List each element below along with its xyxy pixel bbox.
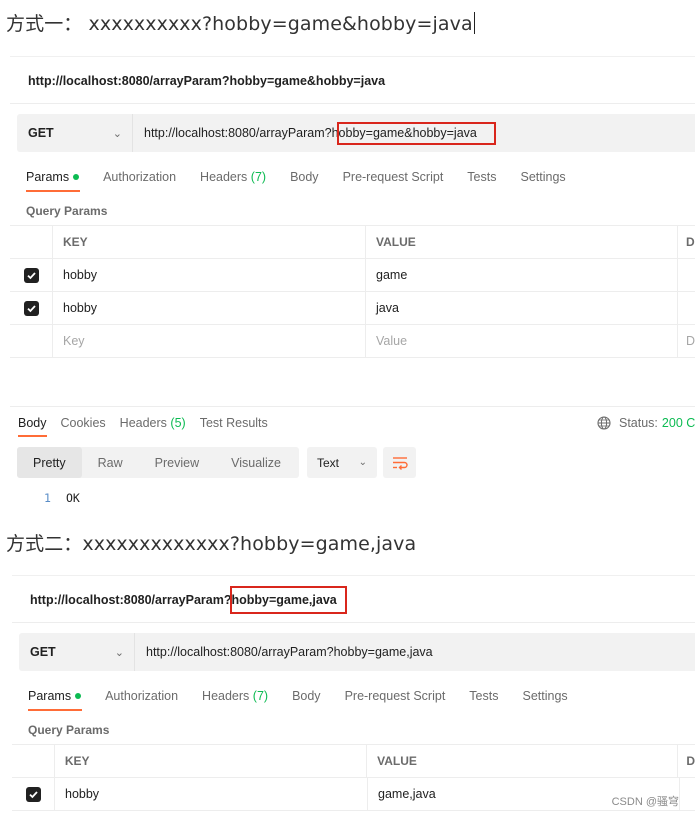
query-params-label: Query Params: [28, 723, 110, 737]
column-value: VALUE: [367, 745, 679, 777]
tab-response-headers[interactable]: Headers (5): [120, 416, 186, 436]
tab-headers[interactable]: Headers (7): [200, 170, 266, 190]
tab-params[interactable]: Params: [26, 170, 81, 192]
request-name[interactable]: http://localhost:8080/arrayParam?hobby=g…: [28, 74, 385, 88]
tab-settings[interactable]: Settings: [520, 170, 565, 190]
tab-tests[interactable]: Tests: [467, 170, 496, 190]
tab-authorization[interactable]: Authorization: [103, 170, 176, 190]
column-key: KEY: [53, 226, 366, 258]
tab-authorization[interactable]: Authorization: [105, 689, 178, 709]
table-row-placeholder: Key Value D: [10, 325, 695, 358]
tab-pre-request-script[interactable]: Pre-request Script: [343, 170, 444, 190]
request-name-base: http://localhost:8080/arrayParam?: [30, 593, 232, 607]
highlight-box: [337, 122, 496, 145]
tab-response-body[interactable]: Body: [18, 416, 47, 437]
tab-body[interactable]: Body: [290, 170, 319, 190]
value-placeholder[interactable]: Value: [366, 325, 678, 357]
query-params-label: Query Params: [26, 204, 108, 218]
column-description: D: [686, 235, 695, 249]
url-bar: GET ⌄ http://localhost:8080/arrayParam?h…: [19, 633, 695, 671]
table-header: KEY VALUE D: [10, 226, 695, 259]
column-key: KEY: [55, 745, 368, 777]
method-select[interactable]: GET ⌄: [19, 633, 135, 671]
tab-headers[interactable]: Headers (7): [202, 689, 268, 709]
section-heading-2: 方式二：xxxxxxxxxxxxx?hobby=game,java: [6, 533, 417, 555]
tab-test-results[interactable]: Test Results: [200, 416, 268, 436]
checkbox-checked-icon[interactable]: [23, 267, 39, 283]
wrap-lines-icon: [392, 456, 408, 470]
section-heading-1: 方式一： xxxxxxxxxx?hobby=game&hobby=java: [6, 12, 475, 35]
response-body-line: 1 OK: [44, 491, 80, 505]
chevron-down-icon: ⌄: [114, 646, 124, 659]
watermark: CSDN @骚穹: [611, 796, 679, 808]
params-table: KEY VALUE D hobby game hobby java Key Va…: [10, 225, 695, 358]
response-text: OK: [66, 491, 80, 505]
headers-count: (7): [252, 689, 269, 703]
tab-cookies[interactable]: Cookies: [61, 416, 106, 436]
description-placeholder[interactable]: D: [678, 325, 695, 357]
view-visualize[interactable]: Visualize: [215, 447, 297, 478]
format-select[interactable]: Text ⌄: [307, 447, 377, 478]
chevron-down-icon: ⌄: [112, 127, 122, 140]
status-label: Status:: [619, 416, 658, 430]
divider: [10, 103, 695, 104]
view-mode-bar: Pretty Raw Preview Visualize: [17, 447, 299, 478]
tab-params[interactable]: Params: [28, 689, 83, 711]
view-pretty[interactable]: Pretty: [17, 447, 82, 478]
tab-body[interactable]: Body: [292, 689, 321, 709]
status-dot-icon: [73, 174, 80, 180]
table-row: hobby game: [10, 259, 695, 292]
url-base: http://localhost:8080/arrayParam?: [144, 126, 332, 140]
column-value: VALUE: [366, 226, 678, 258]
param-value[interactable]: game: [366, 259, 678, 291]
chevron-down-icon: ⌄: [358, 457, 367, 468]
checkbox-checked-icon[interactable]: [23, 300, 39, 316]
postman-panel-1: http://localhost:8080/arrayParam?hobby=g…: [10, 56, 695, 511]
response-status: Status: 200 C: [597, 416, 695, 430]
text-cursor: [473, 12, 475, 34]
table-header: KEY VALUE D: [12, 745, 695, 778]
table-row: hobby game,java: [12, 778, 695, 811]
postman-panel-2: http://localhost:8080/arrayParam?hobby=g…: [12, 575, 695, 817]
divider: [10, 406, 695, 407]
divider: [12, 622, 695, 623]
key-placeholder[interactable]: Key: [53, 325, 366, 357]
method-label: GET: [30, 645, 56, 659]
column-description: D: [686, 754, 695, 768]
highlight-box: [230, 586, 347, 614]
request-tabs: Params Authorization Headers (7) Body Pr…: [28, 689, 592, 711]
format-label: Text: [317, 455, 340, 470]
status-dot-icon: [75, 693, 82, 699]
line-number: 1: [44, 491, 51, 505]
headers-count: (7): [250, 170, 267, 184]
param-key[interactable]: hobby: [53, 259, 366, 291]
request-tabs: Params Authorization Headers (7) Body Pr…: [26, 170, 590, 192]
status-value: 200 C: [661, 416, 695, 430]
param-key[interactable]: hobby: [55, 778, 368, 810]
response-headers-count: (5): [170, 416, 186, 430]
method-select[interactable]: GET ⌄: [17, 114, 133, 152]
tab-pre-request-script[interactable]: Pre-request Script: [345, 689, 446, 709]
method-label: GET: [28, 126, 54, 140]
url-input[interactable]: http://localhost:8080/arrayParam?hobby=g…: [135, 645, 433, 659]
view-preview[interactable]: Preview: [139, 447, 215, 478]
wrap-lines-button[interactable]: [383, 447, 416, 478]
table-row: hobby java: [10, 292, 695, 325]
params-table: KEY VALUE D hobby game,java: [12, 744, 695, 811]
checkbox-checked-icon[interactable]: [25, 786, 41, 802]
response-tabs: Body Cookies Headers (5) Test Results: [18, 416, 282, 437]
param-key[interactable]: hobby: [53, 292, 366, 324]
tab-tests[interactable]: Tests: [469, 689, 498, 709]
view-raw[interactable]: Raw: [82, 447, 139, 478]
param-value[interactable]: java: [366, 292, 678, 324]
globe-icon[interactable]: [597, 416, 611, 430]
tab-settings[interactable]: Settings: [522, 689, 567, 709]
